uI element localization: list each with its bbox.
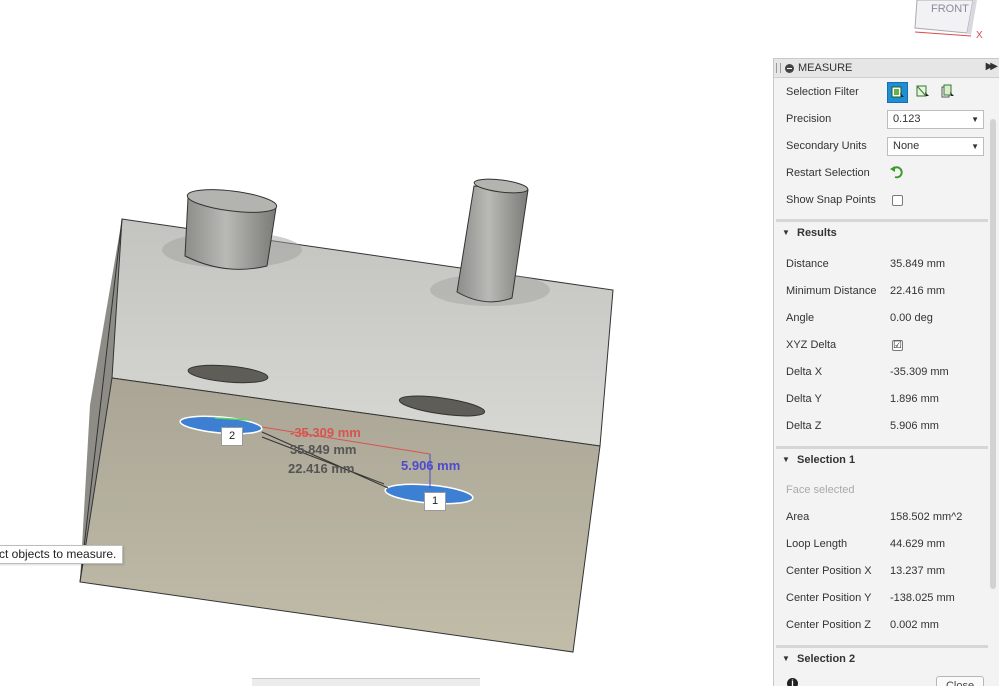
- axis-x-label: X: [976, 30, 983, 41]
- restart-selection-row: Restart Selection: [774, 160, 999, 187]
- secondary-units-dropdown[interactable]: None ▼: [887, 137, 984, 156]
- delta-z-value: 5.906 mm: [890, 420, 939, 432]
- loop-length-label: Loop Length: [786, 538, 848, 550]
- selection-filter-row: Selection Filter: [774, 79, 999, 106]
- chevron-down-icon: ▼: [971, 115, 979, 124]
- xyz-delta-checkbox[interactable]: ☑: [892, 340, 903, 351]
- center-x-label: Center Position X: [786, 565, 872, 577]
- precision-dropdown[interactable]: 0.123 ▼: [887, 110, 984, 129]
- results-title: Results: [797, 227, 837, 239]
- delta-y-label: Delta Y: [786, 393, 822, 405]
- secondary-units-row: Secondary Units None ▼: [774, 133, 999, 160]
- delta-x-label: Delta X: [786, 366, 823, 378]
- distance-label: 35.849 mm: [290, 442, 357, 457]
- selection-filter-label: Selection Filter: [786, 86, 859, 98]
- drag-handle-icon[interactable]: [776, 63, 781, 73]
- selection-1-status-row: Face selected: [774, 477, 999, 504]
- restart-selection-label: Restart Selection: [786, 167, 870, 179]
- panel-scrollbar[interactable]: [990, 119, 996, 589]
- result-row: Delta X -35.309 mm: [774, 359, 999, 386]
- selection-1-row: Center Position Y -138.025 mm: [774, 585, 999, 612]
- selection-marker-1[interactable]: 1: [424, 492, 446, 511]
- area-value: 158.502 mm^2: [890, 511, 963, 523]
- show-snap-points-label: Show Snap Points: [786, 194, 876, 206]
- delta-z-label: Delta Z: [786, 420, 822, 432]
- undo-arrow-icon: [890, 166, 903, 179]
- secondary-units-label: Secondary Units: [786, 140, 867, 152]
- chevron-down-icon: ▼: [971, 142, 979, 151]
- edge-filter-icon: [916, 85, 929, 97]
- minimum-distance-label: 22.416 mm: [288, 461, 355, 476]
- precision-label: Precision: [786, 113, 832, 125]
- secondary-units-value: None: [893, 140, 920, 152]
- selection-1-title: Selection 1: [797, 454, 856, 466]
- selection-2-section-header[interactable]: ▼ Selection 2: [776, 645, 988, 672]
- result-row: Distance 35.849 mm: [774, 251, 999, 278]
- precision-row: Precision 0.123 ▼: [774, 106, 999, 133]
- angle-label: Angle: [786, 312, 815, 324]
- xyz-delta-label: XYZ Delta: [786, 339, 837, 351]
- selection-marker-2[interactable]: 2: [221, 427, 243, 446]
- selection-1-row: Center Position Z 0.002 mm: [774, 612, 999, 639]
- results-section-header[interactable]: ▼ Results: [776, 219, 988, 246]
- angle-value: 0.00 deg: [890, 312, 933, 324]
- center-x-value: 13.237 mm: [890, 565, 946, 577]
- face-filter-icon: [891, 86, 904, 98]
- minimum-distance-value: 22.416 mm: [890, 285, 946, 297]
- filter-body-button[interactable]: [938, 82, 959, 103]
- result-row: Angle 0.00 deg: [774, 305, 999, 332]
- precision-value: 0.123: [893, 113, 921, 125]
- distance-value: 35.849 mm: [890, 258, 946, 270]
- filter-face-button[interactable]: [887, 82, 908, 103]
- selection-2-title: Selection 2: [797, 653, 856, 665]
- delta-x-value: -35.309 mm: [890, 366, 949, 378]
- restart-selection-button[interactable]: [889, 164, 905, 183]
- delta-z-label: 5.906 mm: [401, 458, 461, 473]
- view-cube[interactable]: FRONT X: [905, 0, 999, 45]
- show-snap-points-row: Show Snap Points: [774, 187, 999, 214]
- center-z-value: 0.002 mm: [890, 619, 939, 631]
- filter-edge-button[interactable]: [913, 82, 934, 103]
- result-row: XYZ Delta ☑: [774, 332, 999, 359]
- selection-1-row: Center Position X 13.237 mm: [774, 558, 999, 585]
- measure-panel: MEASURE ▶▶ Selection Filter Precision 0.…: [773, 58, 999, 686]
- tooltip: ct objects to measure.: [0, 545, 124, 564]
- delta-y-value: 1.896 mm: [890, 393, 939, 405]
- show-snap-points-checkbox[interactable]: [892, 195, 903, 206]
- minimum-distance-label: Minimum Distance: [786, 285, 877, 297]
- result-row: Minimum Distance 22.416 mm: [774, 278, 999, 305]
- delta-x-label: -35.309 mm: [290, 425, 361, 440]
- selection-1-row: Area 158.502 mm^2: [774, 504, 999, 531]
- expand-icon[interactable]: ▶▶: [986, 61, 999, 72]
- triangle-down-icon: ▼: [782, 654, 790, 663]
- selection-1-status: Face selected: [786, 484, 855, 496]
- panel-title: MEASURE: [798, 62, 853, 74]
- panel-footer: i Close: [774, 673, 999, 686]
- selection-1-row: Loop Length 44.629 mm: [774, 531, 999, 558]
- selection-1-section-header[interactable]: ▼ Selection 1: [776, 446, 988, 473]
- view-cube-face-label: FRONT: [931, 3, 969, 15]
- area-label: Area: [786, 511, 810, 523]
- body-filter-icon: [941, 84, 954, 98]
- result-row: Delta Y 1.896 mm: [774, 386, 999, 413]
- panel-header[interactable]: MEASURE ▶▶: [774, 59, 999, 78]
- center-z-label: Center Position Z: [786, 619, 871, 631]
- result-row: Delta Z 5.906 mm: [774, 413, 999, 440]
- loop-length-value: 44.629 mm: [890, 538, 946, 550]
- triangle-down-icon: ▼: [782, 455, 790, 464]
- distance-label: Distance: [786, 258, 829, 270]
- triangle-down-icon: ▼: [782, 228, 790, 237]
- collapse-icon[interactable]: [785, 64, 794, 73]
- center-y-label: Center Position Y: [786, 592, 872, 604]
- center-y-value: -138.025 mm: [890, 592, 955, 604]
